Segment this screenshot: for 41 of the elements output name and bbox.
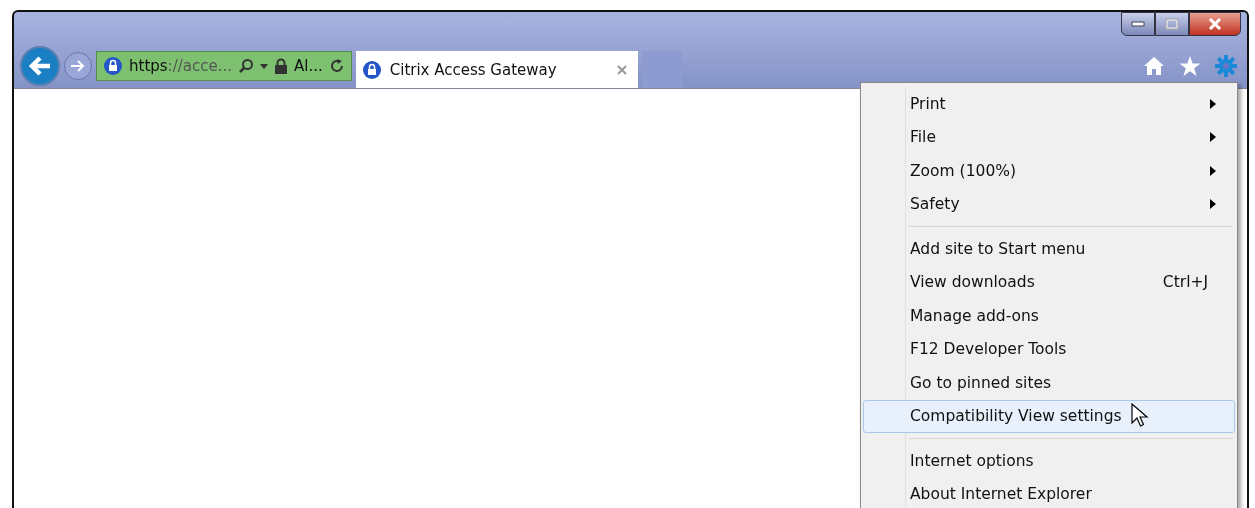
minimize-icon: [1131, 21, 1145, 27]
menu-item[interactable]: Compatibility View settings: [863, 399, 1235, 433]
url-text: https://acce...: [129, 57, 232, 75]
submenu-arrow-icon: [1210, 132, 1216, 143]
forward-button[interactable]: [64, 52, 92, 80]
close-button[interactable]: [1189, 12, 1241, 36]
menu-item[interactable]: About Internet Explorer: [863, 477, 1235, 508]
submenu-arrow-icon: [1210, 199, 1216, 210]
menu-item[interactable]: Manage add-ons: [863, 299, 1235, 333]
refresh-icon[interactable]: [328, 58, 345, 74]
close-tab-icon[interactable]: [615, 64, 628, 76]
shortcut-text: Ctrl+J: [1162, 273, 1208, 292]
security-text: Al...: [294, 57, 323, 75]
menu-item[interactable]: Safety: [863, 187, 1235, 221]
menu-item[interactable]: File: [863, 120, 1235, 154]
maximize-icon: [1165, 18, 1179, 30]
menu-item[interactable]: F12 Developer Tools: [863, 332, 1235, 366]
star-icon[interactable]: [1179, 55, 1201, 77]
maximize-button[interactable]: [1155, 12, 1189, 36]
close-icon: [1208, 18, 1222, 30]
site-lock-icon: [361, 60, 382, 80]
menu-item[interactable]: Go to pinned sites: [863, 366, 1235, 400]
menu-item[interactable]: Add site to Start menu: [863, 232, 1235, 266]
menu-item[interactable]: View downloads Ctrl+J: [863, 265, 1235, 299]
mouse-cursor-icon: [1131, 403, 1149, 429]
address-bar[interactable]: https://acce... Al...: [96, 51, 352, 81]
site-lock-icon: [103, 56, 123, 76]
menu-item[interactable]: Zoom (100%): [863, 154, 1235, 188]
dropdown-caret-icon[interactable]: [260, 63, 268, 69]
submenu-arrow-icon: [1210, 165, 1216, 176]
browser-tab[interactable]: Citrix Access Gateway: [355, 51, 638, 89]
search-icon[interactable]: [238, 58, 254, 74]
home-icon[interactable]: [1143, 56, 1165, 76]
submenu-arrow-icon: [1210, 98, 1216, 109]
menu-item[interactable]: Print: [863, 87, 1235, 121]
menu-item[interactable]: Internet options: [863, 444, 1235, 478]
forward-arrow-icon: [70, 59, 86, 73]
back-button[interactable]: [20, 46, 60, 86]
padlock-icon[interactable]: [274, 58, 288, 74]
minimize-button[interactable]: [1121, 12, 1155, 36]
back-arrow-icon: [28, 55, 52, 77]
